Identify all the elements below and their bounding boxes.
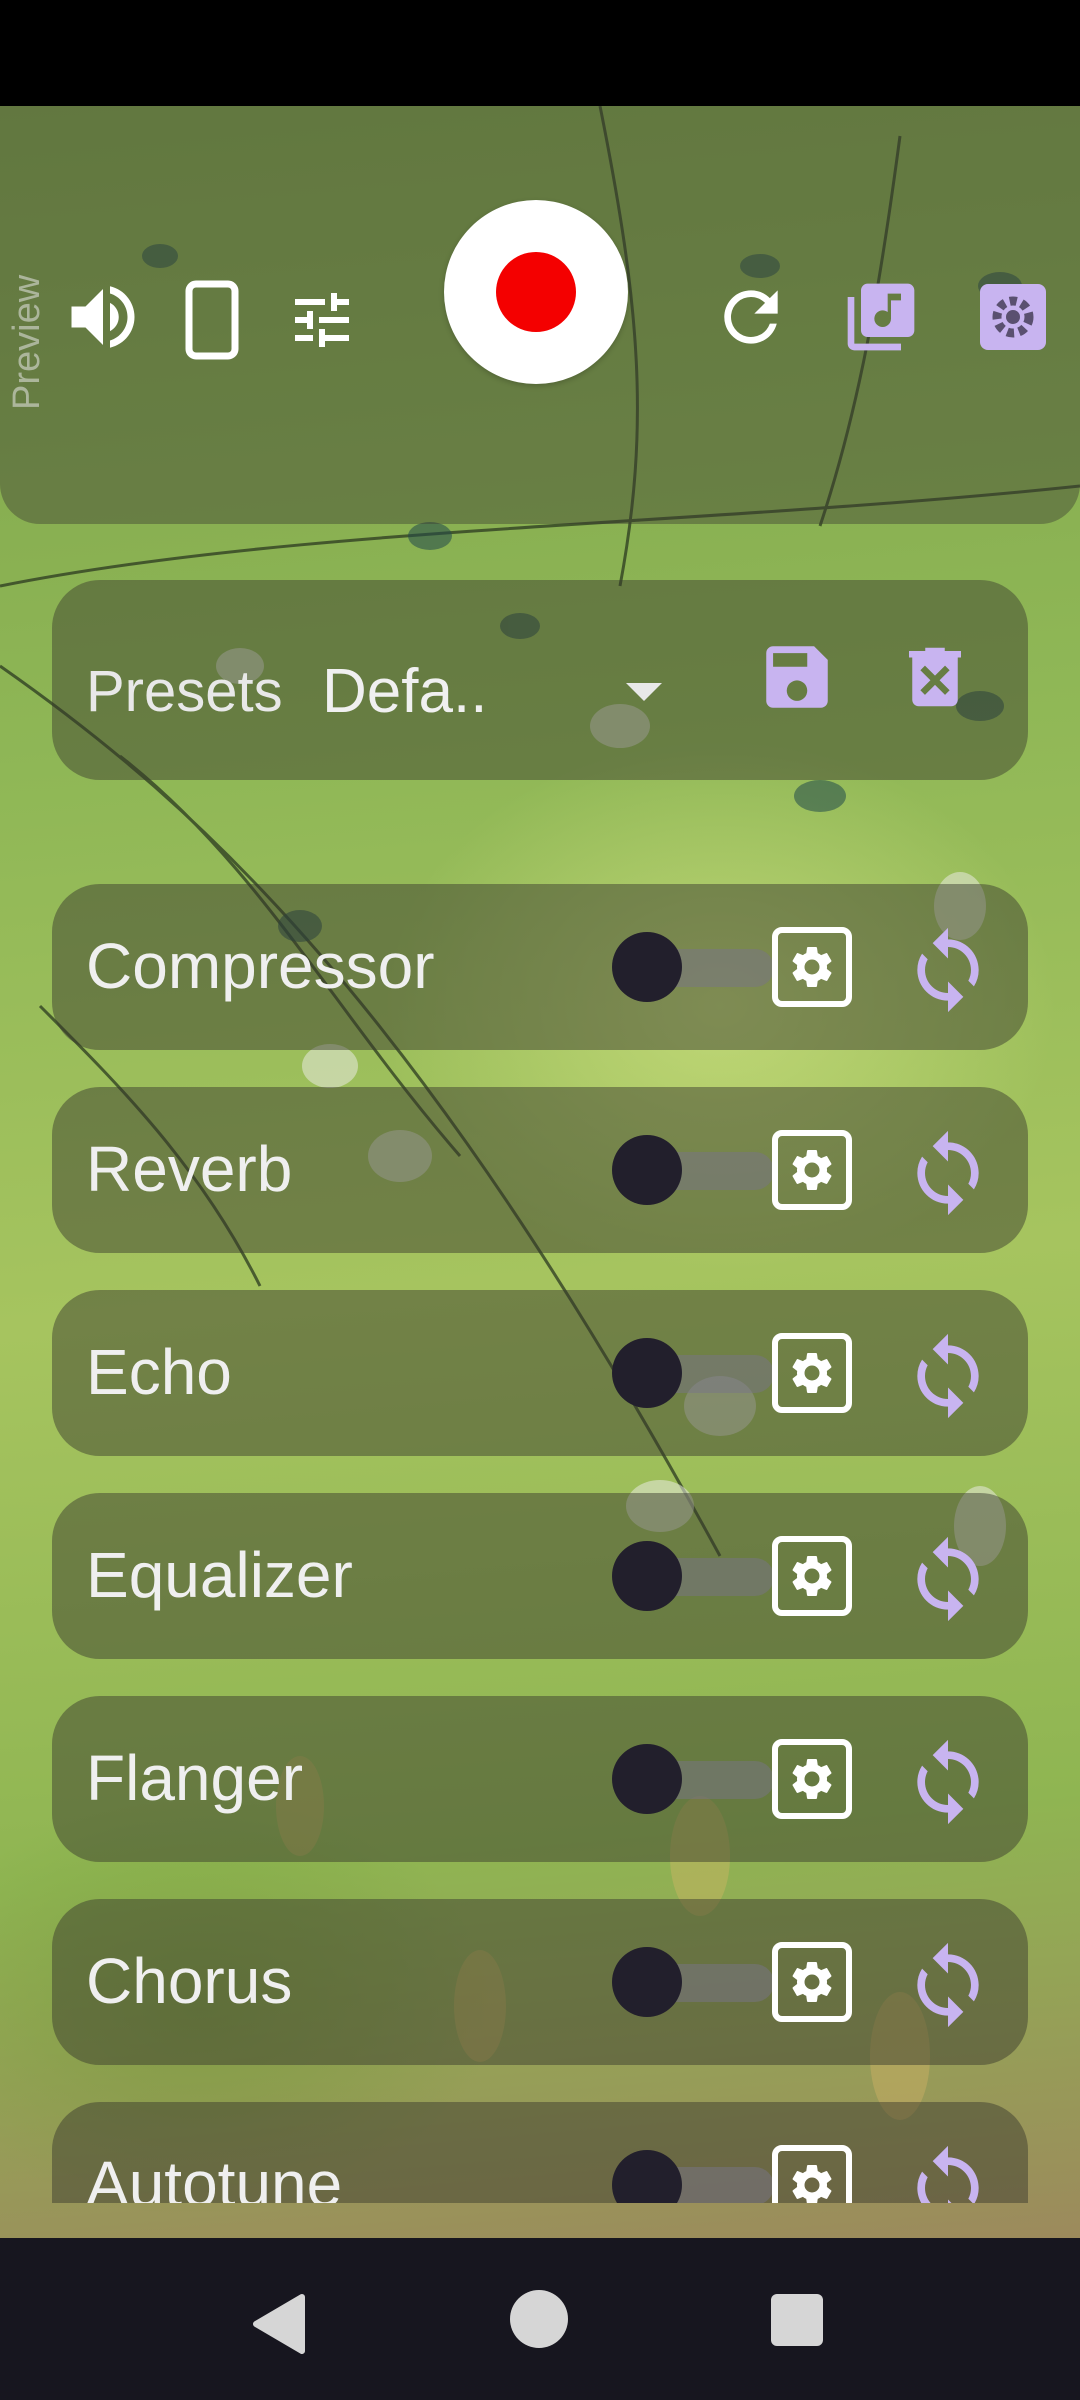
effect-row-chorus: Chorus [52,1899,1028,2065]
effect-row-autotune: Autotune [52,2102,1028,2203]
effect-name: Chorus [86,1945,293,2017]
effect-name: Equalizer [86,1539,353,1611]
volume-icon[interactable] [58,272,148,362]
reset-effect-icon[interactable] [902,1330,994,1422]
effect-settings-icon[interactable] [772,1536,852,1616]
effect-name: Autotune [86,2148,343,2203]
effect-name: Compressor [86,930,435,1002]
delete-preset-icon[interactable] [890,632,980,722]
effect-row-echo: Echo [52,1290,1028,1456]
reset-effect-icon[interactable] [902,924,994,1016]
reset-effect-icon[interactable] [902,2142,994,2203]
effect-settings-icon[interactable] [772,1333,852,1413]
effect-row-flanger: Flanger [52,1696,1028,1862]
toggle-knob[interactable] [612,1338,682,1408]
record-icon [496,252,576,332]
phone-icon[interactable] [180,272,244,368]
recents-icon[interactable] [771,2294,823,2346]
back-icon[interactable] [250,2293,306,2360]
toggle-knob[interactable] [612,1541,682,1611]
chevron-down-icon[interactable] [626,683,662,701]
home-icon[interactable] [510,2290,568,2348]
reset-effect-icon[interactable] [902,1939,994,2031]
music-library-icon[interactable] [836,272,926,362]
effect-name: Flanger [86,1742,303,1814]
effect-row-equalizer: Equalizer [52,1493,1028,1659]
effect-row-reverb: Reverb [52,1087,1028,1253]
toggle-knob[interactable] [612,1947,682,2017]
save-preset-icon[interactable] [752,632,842,722]
list-clip: Autotune [0,2102,1080,2203]
effect-settings-icon[interactable] [772,927,852,1007]
refresh-icon[interactable] [706,272,796,362]
record-button[interactable] [444,200,628,384]
reset-effect-icon[interactable] [902,1127,994,1219]
presets-dropdown-value[interactable]: Defa.. [322,656,487,727]
effect-settings-icon[interactable] [772,1942,852,2022]
effect-row-compressor: Compressor [52,884,1028,1050]
effect-settings-icon[interactable] [772,1130,852,1210]
toggle-knob[interactable] [612,932,682,1002]
effect-settings-icon[interactable] [772,1739,852,1819]
equalizer-sliders-icon[interactable] [280,278,364,362]
presets-label: Presets [86,659,283,724]
toggle-knob[interactable] [612,1744,682,1814]
effect-settings-icon[interactable] [772,2145,852,2203]
effect-name: Reverb [86,1133,293,1205]
reset-effect-icon[interactable] [902,1736,994,1828]
reset-effect-icon[interactable] [902,1533,994,1625]
settings-icon[interactable] [968,272,1058,362]
presets-panel: Presets Defa.. [52,580,1028,780]
effect-name: Echo [86,1336,232,1408]
toggle-knob[interactable] [612,1135,682,1205]
toggle-knob[interactable] [612,2150,682,2203]
status-bar [0,0,1080,106]
preview-label[interactable]: Preview [6,230,66,410]
